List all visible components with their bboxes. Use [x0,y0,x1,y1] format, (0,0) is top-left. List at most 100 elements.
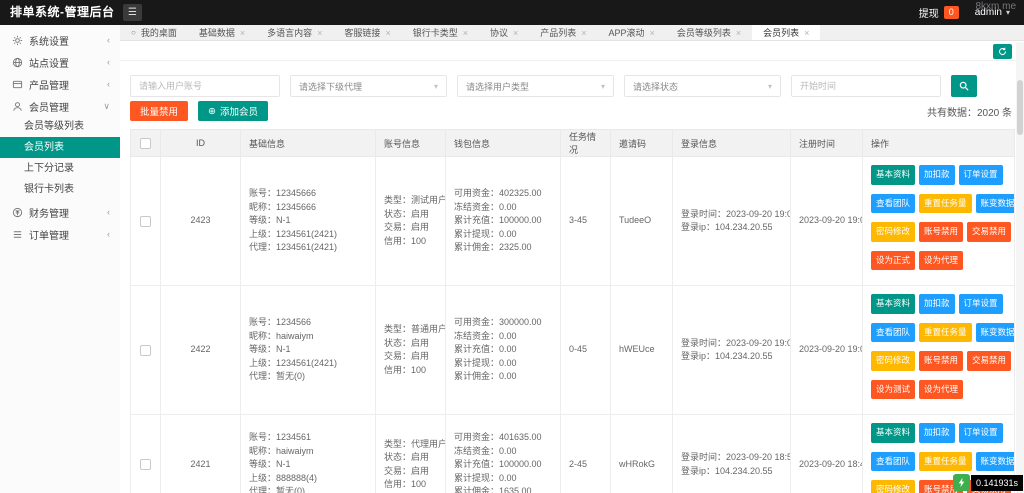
tab-item[interactable]: 客服链接 × [333,25,401,40]
tab-item[interactable]: 银行卡类型 × [402,25,479,40]
tab-item[interactable]: APP滚动 × [598,25,666,40]
close-icon[interactable]: × [736,28,741,38]
user-menu[interactable]: admin ▾ [975,7,1010,18]
action-button[interactable]: 设为测试 [871,379,916,399]
action-button[interactable]: 查看团队 [871,322,916,342]
action-button[interactable]: 设为代理 [919,379,964,399]
action-button[interactable]: 设为正式 [871,250,916,270]
tab-item[interactable]: 基础数据 × [188,25,256,40]
action-button[interactable]: 交易禁用 [967,351,1012,371]
withdraw-indicator[interactable]: 提现 0 [919,5,959,20]
agent-select[interactable]: 请选择下级代理 ▾ [290,75,447,97]
close-icon[interactable]: × [463,28,468,38]
add-member-button[interactable]: ⊕ 添加会员 [198,101,268,121]
account-search-input[interactable] [130,75,280,97]
row-checkbox[interactable] [140,215,151,227]
close-icon[interactable]: × [317,28,322,38]
row-checkbox[interactable] [140,344,151,356]
close-icon[interactable]: × [804,28,809,38]
tab-bar: ○ 我的桌面 基础数据 × 多语言内容 × 客服链接 × 银行卡类型 × 协议 × 产品列表 × APP滚动… [120,25,1024,41]
search-button[interactable] [951,75,977,97]
column-header: 邀请码 [610,129,673,157]
id-cell: 2423 [160,156,241,286]
sidebar-item[interactable]: 订单管理 ‹ [0,224,120,244]
action-button[interactable]: 查看团队 [871,193,916,213]
status-select[interactable]: 请选择状态 ▾ [624,75,781,97]
close-icon[interactable]: × [385,28,390,38]
action-button[interactable]: 加扣款 [919,165,955,185]
sidebar-subitem[interactable]: 会员列表 [0,137,120,158]
action-button[interactable]: 加扣款 [919,294,955,314]
action-button[interactable]: 交易禁用 [967,222,1012,242]
action-button[interactable]: 设为代理 [919,250,964,270]
action-button[interactable]: 查看团队 [871,451,916,471]
refresh-button[interactable] [993,44,1012,59]
action-button[interactable]: 密码修改 [871,480,916,493]
action-button[interactable]: 账号禁用 [919,222,964,242]
tab-item[interactable]: 会员等级列表 × [666,25,752,40]
action-button[interactable]: 重置任务量 [919,322,972,342]
register-time-cell: 2023-09-20 18:46:26 [790,414,863,493]
sidebar-subitem[interactable]: 上下分记录 [0,158,120,179]
action-button[interactable]: 基本资料 [871,294,916,314]
checkbox-cell [130,156,161,286]
scrollbar-thumb[interactable] [1017,80,1023,135]
column-header: 登录信息 [672,129,791,157]
action-button[interactable]: 账变数据 [975,193,1014,213]
select-all-checkbox[interactable] [140,137,151,149]
task-cell: 3-45 [560,156,611,286]
account-info-cell-line: 交易：启用 [384,351,430,361]
actions-cell: 基本资料 加扣款 订单设置查看团队 重置任务量 账变数据密码修改 账号禁用 交易禁用设为正式… [862,156,1015,286]
action-button[interactable]: 密码修改 [871,351,916,371]
tab-item[interactable]: ○ 我的桌面 [120,25,188,40]
tab-item[interactable]: 协议 × [479,25,529,40]
tab-label: 我的桌面 [140,28,177,38]
chevron-left-icon: ‹ [107,229,110,239]
base-info-cell-line: 上级：1234561(2421) [249,228,338,239]
close-icon[interactable]: × [650,28,655,38]
account-info-cell: 类型：测试用户 状态：启用 交易：启用 信用：100 [375,156,446,286]
chevron-left-icon: ‹ [107,79,110,89]
account-info-cell-line: 状态：启用 [384,452,430,463]
action-button[interactable]: 加扣款 [919,423,955,443]
wallet-info-cell-line: 可用资金：300000.00 [454,317,542,328]
start-time-input[interactable] [791,75,941,97]
account-info-cell-line: 类型：普通用户 [384,324,446,334]
sidebar-item[interactable]: 财务管理 ‹ [0,202,120,222]
action-button[interactable]: 账变数据 [975,322,1014,342]
action-button[interactable]: 基本资料 [871,165,916,185]
performance-icon[interactable] [952,474,970,491]
action-button-row: 设为正式 设为代理 [871,250,1006,270]
row-checkbox[interactable] [140,459,151,471]
wallet-info-cell: 可用资金：300000.00 冻结资金：0.00 累计充值：0.00 累计提现：0.0… [445,285,561,415]
action-button[interactable]: 订单设置 [958,294,1003,314]
action-button[interactable]: 重置任务量 [919,451,972,471]
batch-disable-button[interactable]: 批量禁用 [130,101,189,121]
action-button[interactable]: 重置任务量 [919,193,972,213]
action-button[interactable]: 基本资料 [871,423,916,443]
close-icon[interactable]: × [581,28,586,38]
close-icon[interactable]: × [513,28,518,38]
vertical-scrollbar[interactable] [1016,42,1024,493]
tab-active[interactable]: 会员列表 × [752,25,821,40]
sidebar-item[interactable]: 系统设置 ‹ [0,30,120,50]
tab-item[interactable]: 多语言内容 × [256,25,333,40]
action-button[interactable]: 密码修改 [871,222,916,242]
sidebar-subitem[interactable]: 银行卡列表 [0,179,120,200]
tab-item[interactable]: 产品列表 × [529,25,597,40]
action-button[interactable]: 账号禁用 [919,351,964,371]
user-type-select[interactable]: 请选择用户类型 ▾ [457,75,614,97]
sidebar-item-label: 产品管理 [29,80,69,92]
menu-toggle-button[interactable]: ☰ [123,4,142,21]
action-button[interactable]: 订单设置 [958,423,1003,443]
sidebar-item[interactable]: 站点设置 ‹ [0,52,120,72]
sidebar-item[interactable]: 产品管理 ‹ [0,74,120,94]
task-cell: 0-45 [560,285,611,415]
main-content: 请选择下级代理 ▾ 请选择用户类型 ▾ 请选择状态 ▾ 批量禁用 ⊕ 添加会员 … [120,42,1024,493]
action-button[interactable]: 账变数据 [975,451,1014,471]
sidebar-item[interactable]: 会员管理 ∨ [0,96,120,116]
sidebar-subitem[interactable]: 会员等级列表 [0,116,120,137]
close-icon[interactable]: × [240,28,245,38]
action-button[interactable]: 订单设置 [958,165,1003,185]
product-icon [12,79,23,90]
